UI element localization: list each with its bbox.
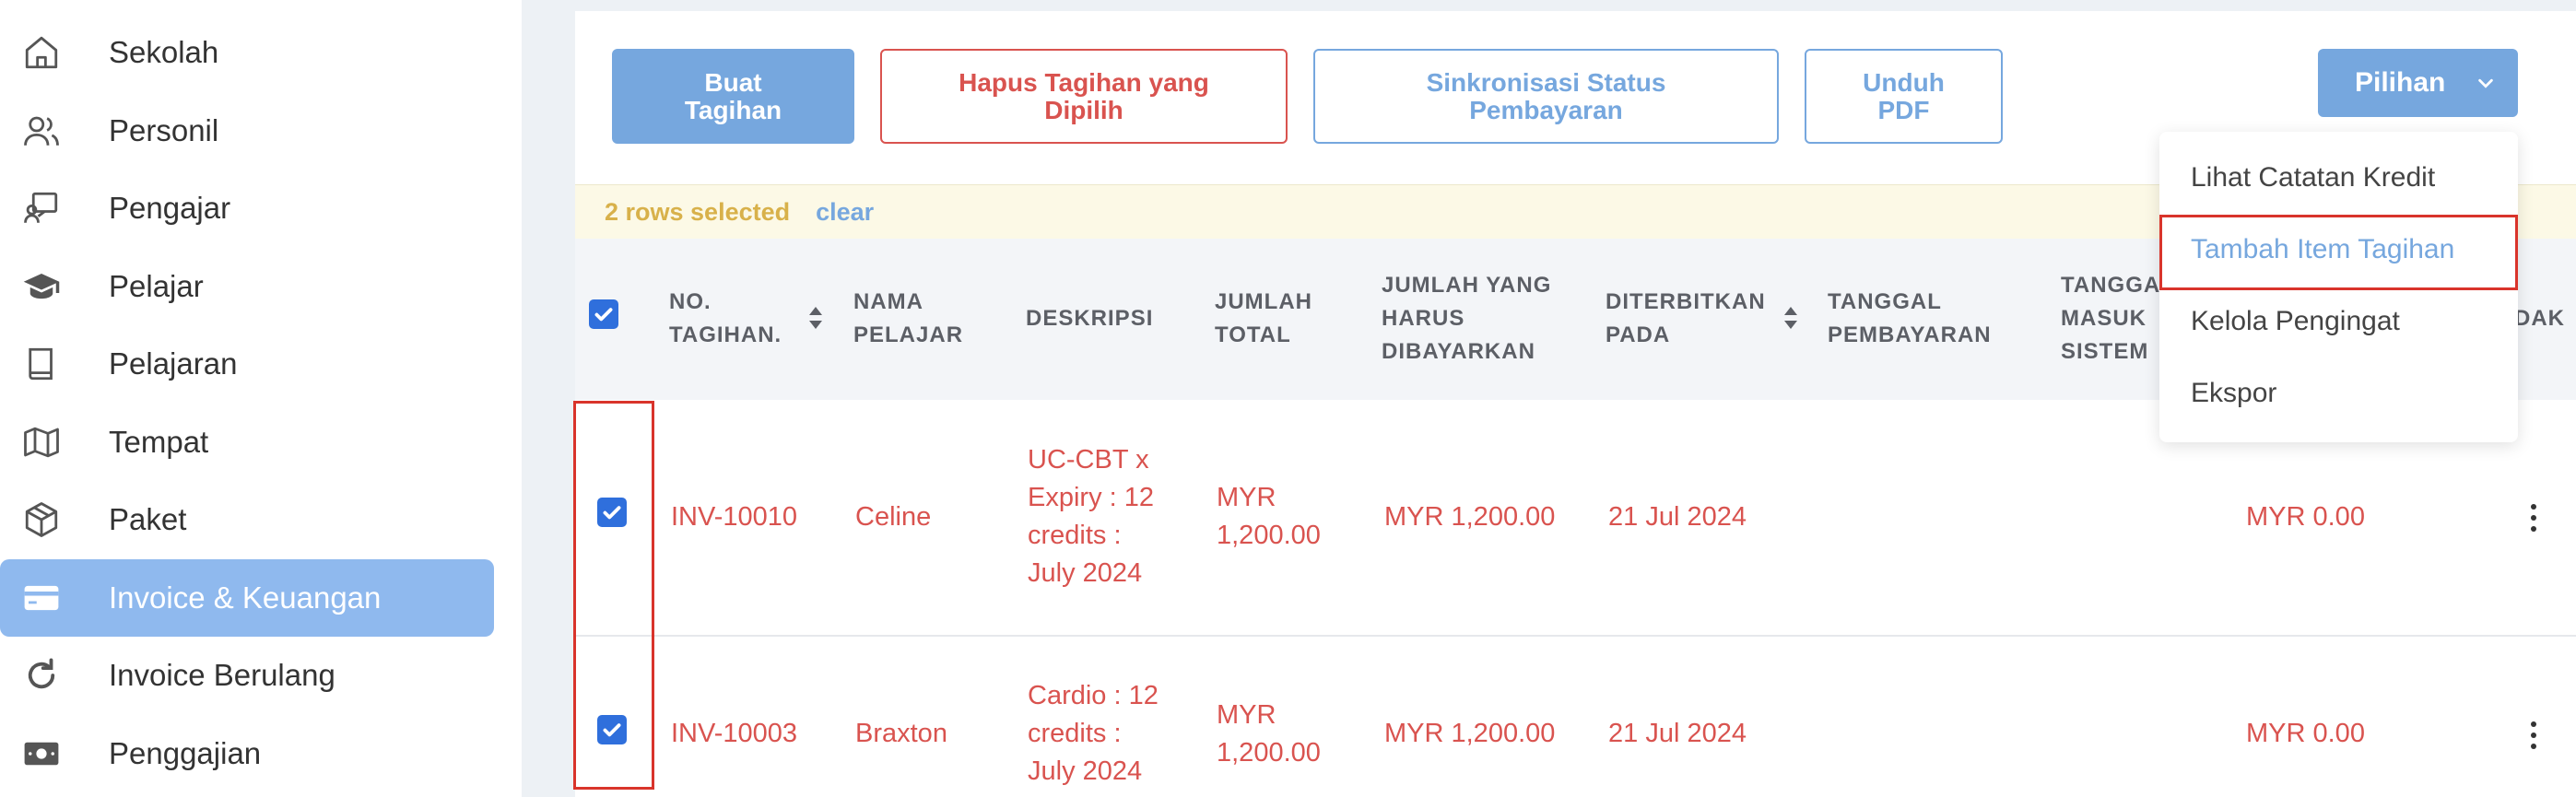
header-total: JUMLAH TOTAL xyxy=(1215,289,1312,347)
header-description: DESKRIPSI xyxy=(1026,306,1154,331)
invoice-number[interactable]: INV-10010 xyxy=(671,498,797,536)
users-icon xyxy=(20,110,63,152)
package-icon xyxy=(20,498,63,541)
delete-selected-button[interactable]: Hapus Tagihan yang Dipilih xyxy=(880,49,1288,144)
sidebar-item-label: Penggajian xyxy=(109,736,262,770)
sidebar-item-label: Pelajaran xyxy=(109,346,238,381)
invoice-description: UC-CBT x Expiry : 12 credits : July 2024 xyxy=(1028,445,1154,588)
invoice-total: MYR 1,200.00 xyxy=(1217,483,1321,550)
sidebar-item-tempat[interactable]: Tempat xyxy=(0,404,494,481)
menu-item-export[interactable]: Ekspor xyxy=(2191,378,2276,409)
sidebar-item-label: Tempat xyxy=(109,425,209,459)
invoice-description: Cardio : 12 credits : July 2024 xyxy=(1028,681,1159,786)
sidebar-item-sekolah[interactable]: Sekolah xyxy=(0,14,494,91)
sidebar-item-label: Paket xyxy=(109,502,187,536)
sync-payment-status-button[interactable]: Sinkronisasi Status Pembayaran xyxy=(1313,49,1779,144)
teacher-icon xyxy=(20,187,63,229)
select-all-checkbox[interactable] xyxy=(589,299,618,329)
download-pdf-button[interactable]: Unduh PDF xyxy=(1805,49,2003,144)
credit-card-icon xyxy=(20,577,63,619)
annotation-highlight-box xyxy=(573,401,654,790)
header-issued-on[interactable]: DITERBITKAN PADA xyxy=(1606,286,1765,352)
sidebar-item-label: Personil xyxy=(109,113,219,147)
sidebar-item-personil[interactable]: Personil xyxy=(0,92,494,170)
issued-date: 21 Jul 2024 xyxy=(1608,502,1747,532)
sidebar: Sekolah Personil Pengajar Pelajar Pelaja… xyxy=(0,0,522,797)
chevron-down-icon xyxy=(2478,78,2493,88)
header-entered-date: TANGGA MASUK SISTEM xyxy=(2061,273,2160,364)
student-name: Celine xyxy=(855,502,932,532)
check-icon xyxy=(594,308,613,322)
header-invoice-no[interactable]: NO. TAGIHAN. xyxy=(669,286,798,352)
sidebar-item-pelajaran[interactable]: Pelajaran xyxy=(0,325,494,403)
sort-icon[interactable] xyxy=(1781,304,1801,332)
more-options-icon[interactable] xyxy=(2529,502,2538,533)
sidebar-item-invoice-keuangan[interactable]: Invoice & Keuangan xyxy=(0,559,494,637)
money-icon xyxy=(20,733,63,775)
amount-due: MYR 1,200.00 xyxy=(1384,719,1556,748)
create-invoice-button[interactable]: Buat Tagihan xyxy=(612,49,854,144)
sidebar-item-label: Pelajar xyxy=(109,269,204,303)
home-icon xyxy=(20,31,63,74)
options-label: Pilihan xyxy=(2355,67,2446,99)
header-amount-due: JUMLAH YANG HARUS DIBAYARKAN xyxy=(1382,273,1552,364)
graduation-cap-icon xyxy=(20,265,63,308)
amount-paid: MYR 0.00 xyxy=(2246,719,2365,748)
book-icon xyxy=(20,343,63,385)
menu-item-view-credit-notes[interactable]: Lihat Catatan Kredit xyxy=(2191,162,2435,193)
sidebar-item-pelajar[interactable]: Pelajar xyxy=(0,248,494,325)
invoice-number[interactable]: INV-10003 xyxy=(671,715,797,753)
sidebar-item-invoice-berulang[interactable]: Invoice Berulang xyxy=(0,637,494,714)
sidebar-item-penggajian[interactable]: Penggajian xyxy=(0,715,494,792)
sidebar-item-label: Pengajar xyxy=(109,191,231,225)
issued-date: 21 Jul 2024 xyxy=(1608,719,1747,748)
amount-paid: MYR 0.00 xyxy=(2246,502,2365,532)
sidebar-item-label: Invoice Berulang xyxy=(109,658,335,692)
header-truncated: DAK xyxy=(2514,306,2565,331)
student-name: Braxton xyxy=(855,719,947,748)
header-payment-date: TANGGAL PEMBAYARAN xyxy=(1828,289,1992,347)
sort-icon[interactable] xyxy=(806,304,826,332)
header-student-name: NAMA PELAJAR xyxy=(853,289,964,347)
more-options-icon[interactable] xyxy=(2529,720,2538,751)
invoice-total: MYR 1,200.00 xyxy=(1217,700,1321,768)
map-icon xyxy=(20,421,63,463)
sidebar-item-paket[interactable]: Paket xyxy=(0,481,494,558)
sidebar-item-label: Invoice & Keuangan xyxy=(109,580,382,615)
annotation-highlight-box xyxy=(2159,215,2518,290)
refresh-icon xyxy=(20,654,63,697)
sidebar-item-pengajar[interactable]: Pengajar xyxy=(0,170,494,247)
sidebar-item-label: Sekolah xyxy=(109,35,219,69)
selected-count: 2 rows selected xyxy=(605,197,791,226)
options-dropdown-button[interactable]: Pilihan xyxy=(2318,49,2518,117)
clear-selection-link[interactable]: clear xyxy=(816,198,874,227)
menu-item-manage-reminders[interactable]: Kelola Pengingat xyxy=(2191,306,2400,337)
amount-due: MYR 1,200.00 xyxy=(1384,502,1556,532)
